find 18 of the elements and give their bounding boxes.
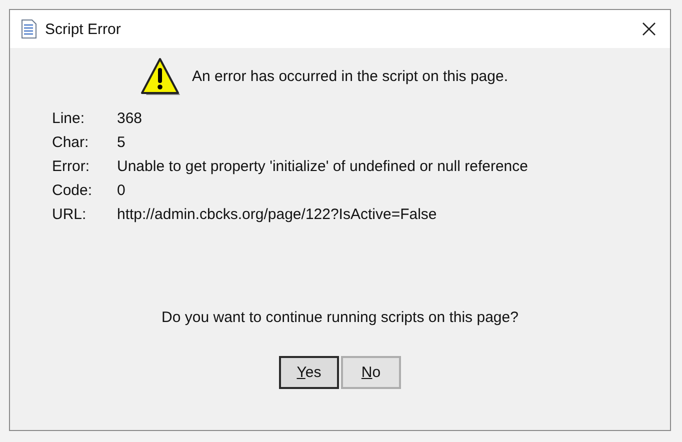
detail-label: Error: xyxy=(52,158,90,176)
detail-value: 0 xyxy=(117,182,126,200)
detail-label: URL: xyxy=(52,206,88,224)
detail-value: http://admin.cbcks.org/page/122?IsActive=False xyxy=(117,206,438,224)
detail-value: 5 xyxy=(117,134,126,152)
detail-label: Char: xyxy=(52,134,90,152)
warning-icon xyxy=(140,56,180,96)
window-title: Script Error xyxy=(45,20,122,38)
question-text: Do you want to continue running scripts on this page? xyxy=(160,309,520,326)
detail-value: Unable to get property 'initialize' of undefined or null reference xyxy=(117,158,529,176)
detail-label: Line: xyxy=(52,110,86,128)
document-icon xyxy=(21,19,37,39)
detail-label: Code: xyxy=(52,182,94,200)
close-icon[interactable] xyxy=(642,22,656,36)
error-message: An error has occurred in the script on this page. xyxy=(192,68,508,84)
dialog-button[interactable]: Yes xyxy=(279,356,339,389)
dialog-button[interactable]: No xyxy=(341,356,401,389)
detail-value: 368 xyxy=(117,110,144,128)
